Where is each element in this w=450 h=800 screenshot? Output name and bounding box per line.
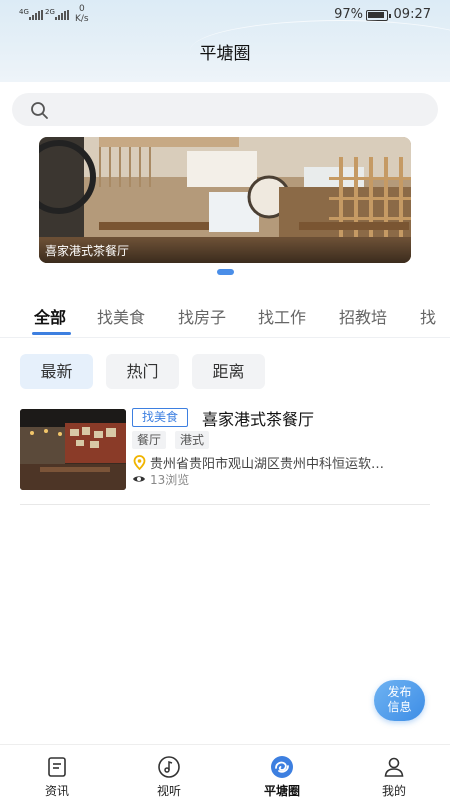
sort-distance-button[interactable]: 距离 (192, 354, 265, 389)
active-tab-indicator (32, 332, 71, 335)
signal-1-label: 4G (19, 8, 29, 16)
profile-icon (384, 757, 404, 777)
tab-education[interactable]: 招教培 (339, 304, 387, 328)
search-input[interactable] (58, 93, 428, 126)
nav-label-circle: 平塘圈 (263, 784, 300, 798)
tab-all[interactable]: 全部 (34, 304, 66, 328)
listing-tag: 港式 (175, 431, 210, 449)
top-header: 4G 2G 0 K/s 97% 09:27 平塘圈 (0, 0, 450, 82)
battery-icon (366, 10, 391, 21)
publish-label-line2: 信息 (387, 700, 412, 714)
tab-food[interactable]: 找美食 (97, 304, 145, 328)
search-bar[interactable] (12, 93, 438, 126)
status-bar: 4G 2G 0 K/s 97% 09:27 (0, 0, 450, 32)
net-speed: 0 K/s (75, 4, 89, 24)
tab-housing[interactable]: 找房子 (178, 304, 226, 328)
news-icon (48, 757, 66, 777)
signal-2-icon (55, 10, 69, 20)
nav-item-circle[interactable]: 平塘圈 (252, 745, 312, 800)
location-pin-icon (133, 455, 146, 470)
tab-more[interactable]: 找 (420, 304, 436, 328)
sort-latest-button[interactable]: 最新 (20, 354, 93, 389)
nav-item-news[interactable]: 资讯 (27, 745, 87, 800)
banner-caption: 喜家港式茶餐厅 (39, 239, 411, 263)
net-speed-unit: K/s (75, 14, 89, 24)
nav-label-profile: 我的 (381, 784, 406, 798)
net-speed-value: 0 (78, 4, 85, 14)
publish-info-button[interactable]: 发布 信息 (374, 680, 425, 721)
circle-icon (271, 756, 293, 778)
nav-item-profile[interactable]: 我的 (364, 745, 424, 800)
nav-item-media[interactable]: 视听 (139, 745, 199, 800)
tab-jobs[interactable]: 找工作 (258, 304, 306, 328)
banner-indicator-dot (217, 269, 234, 275)
listing-view-count: 13浏览 (150, 473, 190, 487)
battery-percentage: 97% (334, 7, 363, 22)
signal-1-icon (29, 10, 43, 20)
listing-category-badge: 找美食 (132, 408, 189, 427)
listing-tag: 餐厅 (132, 431, 167, 449)
listing-address: 贵州省贵阳市观山湖区贵州中科恒运软… (150, 457, 385, 472)
banner-carousel[interactable]: 喜家港式茶餐厅 (39, 137, 411, 263)
page-title: 平塘圈 (199, 44, 251, 64)
listing-title: 喜家港式茶餐厅 (202, 410, 315, 429)
bottom-nav: 资讯 视听 平塘圈 我的 (0, 744, 450, 800)
signal-2-label: 2G (45, 8, 55, 16)
nav-label-news: 资讯 (44, 784, 69, 798)
category-tabs: 全部 找美食 找房子 找工作 招教培 找 (0, 298, 450, 338)
nav-label-media: 视听 (156, 784, 181, 798)
eye-icon (133, 476, 145, 482)
listing-thumbnail (20, 409, 126, 490)
publish-label-line1: 发布 (387, 685, 412, 699)
clock: 09:27 (393, 7, 431, 22)
listing-item[interactable]: 找美食 喜家港式茶餐厅 餐厅 港式 贵州省贵阳市观山湖区贵州中科恒运软… 13浏… (20, 407, 430, 505)
search-icon (31, 102, 48, 119)
music-icon (158, 756, 180, 778)
sort-popular-button[interactable]: 热门 (106, 354, 179, 389)
